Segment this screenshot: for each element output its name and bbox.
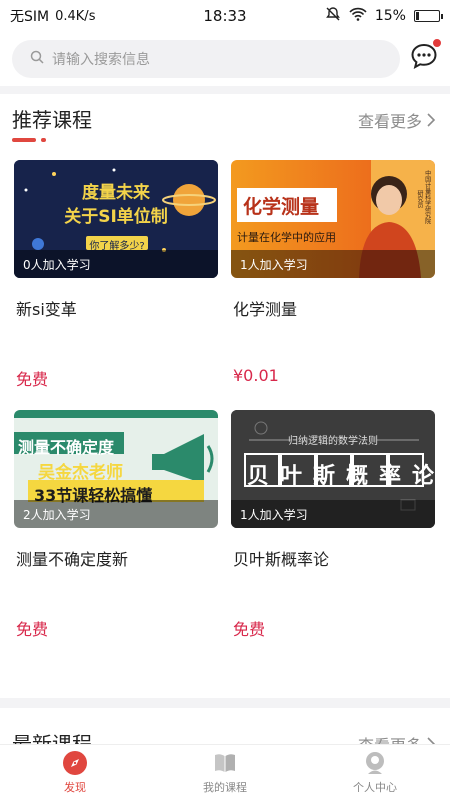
network-speed: 0.4K/s [55,8,96,24]
course-thumbnail: 测量不确定度 吴金杰老师 33节课轻松搞懂 2人加入学习 [14,410,218,528]
enrolled-count: 1人加入学习 [231,250,435,278]
nav-label: 个人中心 [353,781,397,794]
view-more-label: 查看更多 [357,112,422,131]
course-thumbnail: 度量未来 关于SI单位制 你了解多少? 0人加入学习 [14,160,218,278]
thumb-role: 研究员 [416,190,423,208]
battery-percent: 15% [374,8,406,24]
course-name: 贝叶斯概率论 [233,550,330,569]
course-card[interactable]: 度量未来 关于SI单位制 你了解多少? 0人加入学习 新si变革 免费 [14,160,218,389]
course-card[interactable]: 测量不确定度 吴金杰老师 33节课轻松搞懂 2人加入学习 测量不确定度新 免费 [14,410,218,639]
nav-my-courses[interactable]: 我的课程 [150,745,300,800]
course-price: 免费 [233,620,266,639]
nav-label: 发现 [64,781,86,794]
course-price: 免费 [16,370,49,389]
message-button[interactable] [410,38,442,70]
search-placeholder: 请输入搜索信息 [52,52,150,68]
nav-discover[interactable]: 发现 [0,745,150,800]
title-underline-dot [41,138,46,142]
course-name: 测量不确定度新 [16,550,129,569]
section-title: 推荐课程 [12,108,92,132]
book-icon [215,754,235,772]
status-bar: 无SIM 0.4K/s 18:33 15% [0,0,450,32]
thumb-subheadline: 吴金杰老师 [38,463,123,483]
course-name: 化学测量 [233,300,298,319]
clock: 18:33 [203,7,247,25]
mute-alarm-icon [325,6,341,26]
course-price: 免费 [16,620,49,639]
chevron-right-icon [427,113,436,127]
course-thumbnail: 化学测量 计量在化学中的应用 中国计量科学研究院 研究员 1人加入学习 [231,160,435,278]
nav-profile[interactable]: 个人中心 [300,745,450,800]
thumb-subheadline: 归纳逻辑的数学法则 [288,436,378,447]
course-price: ¥0.01 [233,366,279,385]
notification-dot [432,38,442,48]
person-icon [366,752,384,774]
enrolled-count: 2人加入学习 [14,500,218,528]
search-row: 请输入搜索信息 [0,34,450,84]
view-more-link[interactable]: 查看更多 [358,108,436,132]
divider [0,698,450,708]
course-name: 新si变革 [16,300,77,319]
course-card[interactable]: 归纳逻辑的数学法则 贝叶斯概率论 1人加入学习 贝叶斯概率论 免费 [231,410,435,639]
carrier-label: 无SIM [10,9,50,25]
divider [0,86,450,94]
thumb-headline: 化学测量 [243,196,320,218]
thumb-subheadline: 计量在化学中的应用 [237,231,336,244]
enrolled-count: 1人加入学习 [231,500,435,528]
thumb-subheadline: 关于SI单位制 [64,207,168,227]
bottom-nav: 发现 我的课程 个人中心 [0,744,450,800]
title-underline [12,138,36,142]
course-thumbnail: 归纳逻辑的数学法则 贝叶斯概率论 1人加入学习 [231,410,435,528]
recommended-header: 推荐课程 查看更多 [0,96,450,142]
wifi-icon [349,7,367,25]
enrolled-count: 0人加入学习 [14,250,218,278]
search-input[interactable]: 请输入搜索信息 [12,40,400,78]
course-card[interactable]: 化学测量 计量在化学中的应用 中国计量科学研究院 研究员 1人加入学习 化学测量… [231,160,435,385]
thumb-headline: 度量未来 [82,183,150,203]
thumb-headline: 测量不确定度 [18,438,115,457]
battery-icon [413,10,443,22]
nav-label: 我的课程 [203,781,247,794]
search-icon [30,50,44,68]
compass-icon [63,751,87,775]
thumb-headline: 贝叶斯概率论 [247,464,435,489]
